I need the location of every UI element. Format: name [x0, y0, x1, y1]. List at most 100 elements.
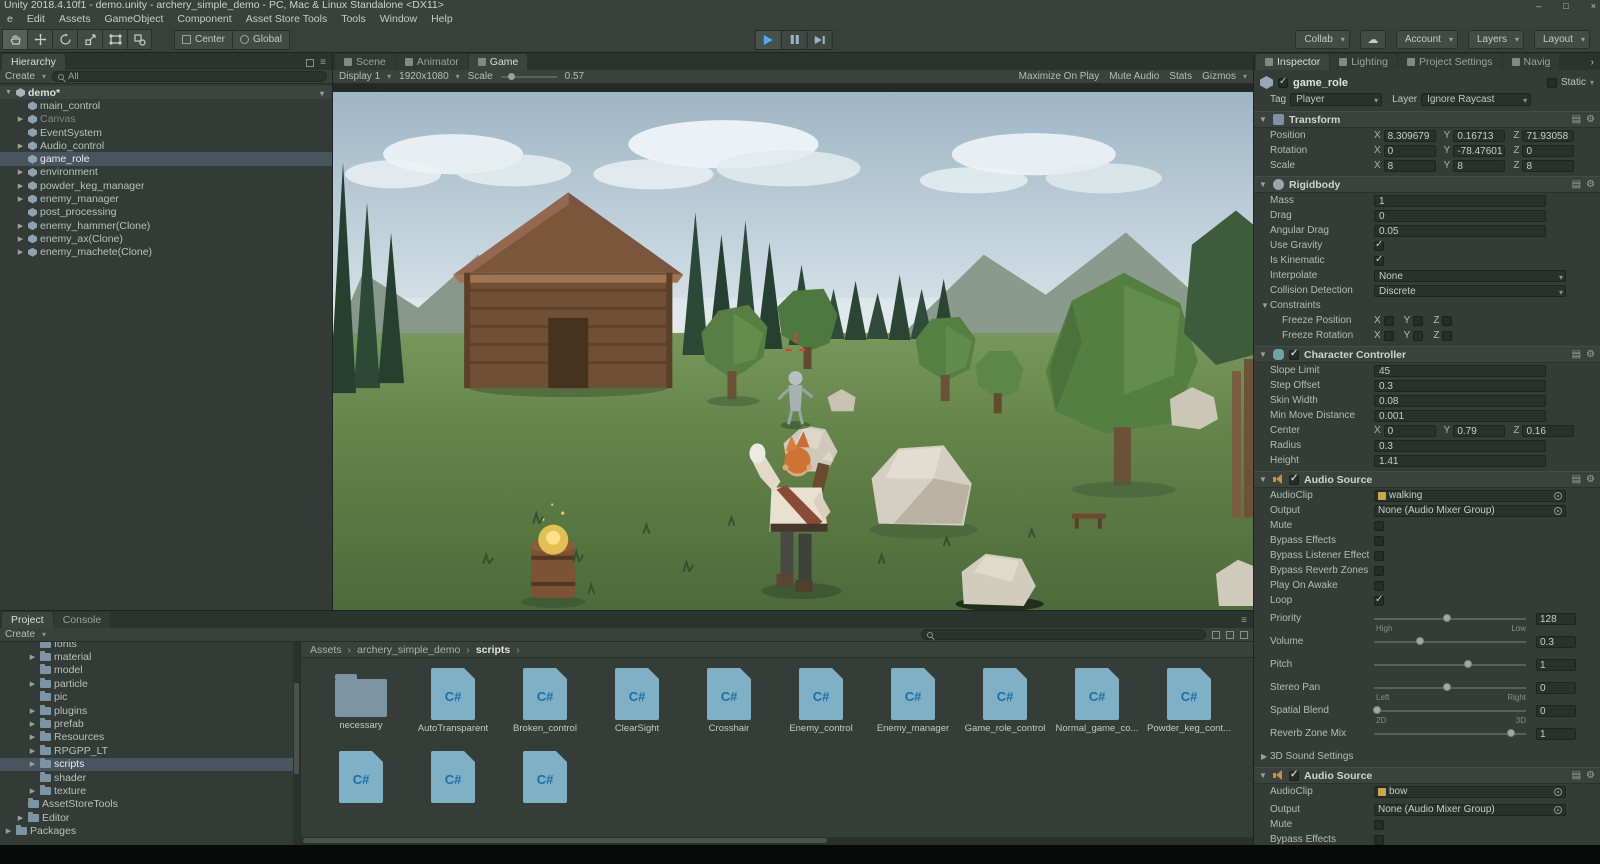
project-file[interactable]: C#ClearSight [593, 663, 681, 734]
layers-dropdown[interactable]: Layers [1468, 30, 1524, 49]
height-field[interactable]: 1.41 [1374, 455, 1546, 467]
skin-width-field[interactable]: 0.08 [1374, 395, 1546, 407]
stereo-pan-value[interactable]: 0 [1536, 682, 1576, 694]
audioclip-field[interactable]: bow [1374, 786, 1566, 798]
gizmos-dropdown[interactable]: Gizmos [1202, 71, 1247, 82]
reference-icon[interactable] [1572, 770, 1581, 781]
maximize-button[interactable] [1563, 1, 1568, 11]
pivot-global-button[interactable]: Global [232, 30, 290, 50]
priority-value[interactable]: 128 [1536, 613, 1576, 625]
close-button[interactable] [1591, 1, 1596, 11]
reference-icon[interactable] [1572, 349, 1581, 360]
project-file[interactable]: C#Crosshair [685, 663, 773, 734]
audio-source-header[interactable]: Audio Source [1254, 471, 1600, 488]
menu-item-tools[interactable]: Tools [334, 13, 373, 25]
menu-item-help[interactable]: Help [424, 13, 460, 25]
files-horizontal-scrollbar[interactable] [301, 837, 1253, 845]
expand-icon[interactable] [28, 707, 37, 715]
gameobject-name[interactable]: game_role [1293, 77, 1348, 89]
hierarchy-item[interactable]: powder_keg_manager [0, 179, 332, 192]
hierarchy-item[interactable]: Audio_control [0, 139, 332, 152]
slider-knob[interactable] [1443, 614, 1451, 622]
slider-knob[interactable] [1464, 660, 1472, 668]
active-checkbox[interactable] [1278, 78, 1288, 88]
tab-inspector[interactable]: Inspector [1256, 54, 1329, 70]
collision-detection-dropdown[interactable]: Discrete [1374, 285, 1566, 297]
folder-item[interactable]: AssetStoreTools [0, 798, 300, 811]
hierarchy-item[interactable]: enemy_manager [0, 192, 332, 205]
folder-item[interactable]: fonts [0, 642, 300, 650]
slider-knob[interactable] [1416, 637, 1424, 645]
expand-icon[interactable] [16, 235, 25, 243]
folder-item[interactable]: prefab [0, 717, 300, 730]
folder-item[interactable]: plugins [0, 704, 300, 717]
rect-tool-button[interactable] [102, 29, 127, 50]
scrollbar-thumb[interactable] [294, 683, 299, 774]
scale-slider-knob[interactable] [508, 73, 515, 80]
lock-icon[interactable] [306, 59, 314, 67]
folder-item[interactable]: Editor [0, 811, 300, 824]
center-x-field[interactable]: 0 [1384, 425, 1436, 437]
project-file[interactable]: C#AutoTransparent [409, 663, 497, 734]
account-dropdown[interactable]: Account [1396, 30, 1458, 49]
expand-icon[interactable] [16, 142, 25, 150]
layout-dropdown[interactable]: Layout [1534, 30, 1590, 49]
expand-icon[interactable] [16, 222, 25, 230]
move-tool-button[interactable] [27, 29, 52, 50]
panel-menu-icon[interactable] [1241, 615, 1247, 626]
stats-button[interactable]: Stats [1169, 71, 1192, 82]
menu-item-component[interactable]: Component [170, 13, 238, 25]
hierarchy-item[interactable]: enemy_hammer(Clone) [0, 219, 332, 232]
folder-item[interactable]: model [0, 664, 300, 677]
hierarchy-search-input[interactable]: All [52, 71, 327, 82]
output-field[interactable]: None (Audio Mixer Group) [1374, 804, 1566, 816]
collab-dropdown[interactable]: Collab [1295, 30, 1349, 49]
fold-icon[interactable] [1259, 350, 1268, 359]
expand-icon[interactable] [4, 89, 13, 96]
tab-overflow-icon[interactable] [1591, 57, 1594, 68]
static-checkbox[interactable] [1547, 78, 1557, 88]
expand-icon[interactable] [28, 787, 37, 795]
scale-y-field[interactable]: 8 [1453, 160, 1505, 172]
fold-icon[interactable] [1261, 301, 1270, 310]
pivot-center-button[interactable]: Center [174, 30, 232, 50]
fold-icon[interactable] [1259, 771, 1268, 780]
freeze-rotation-x-checkbox[interactable] [1384, 331, 1394, 341]
priority-slider[interactable] [1374, 618, 1526, 620]
tab-scene[interactable]: Scene [335, 54, 395, 70]
rotation-z-field[interactable]: 0 [1522, 145, 1574, 157]
reference-icon[interactable] [1572, 179, 1581, 190]
slope-limit-field[interactable]: 45 [1374, 365, 1546, 377]
hierarchy-item[interactable]: post_processing [0, 206, 332, 219]
expand-icon[interactable] [16, 168, 25, 176]
scale-x-field[interactable]: 8 [1384, 160, 1436, 172]
menu-item-gameobject[interactable]: GameObject [97, 13, 170, 25]
rotation-x-field[interactable]: 0 [1384, 145, 1436, 157]
menu-item-assets[interactable]: Assets [52, 13, 98, 25]
loop-checkbox[interactable] [1374, 596, 1384, 606]
tab-navigation[interactable]: Navig [1503, 54, 1560, 70]
folder-item[interactable]: Resources [0, 731, 300, 744]
project-search-input[interactable] [921, 629, 1206, 640]
rigidbody-header[interactable]: Rigidbody [1254, 176, 1600, 193]
freeze-rotation-y-checkbox[interactable] [1413, 331, 1423, 341]
hierarchy-create-button[interactable]: Create [5, 71, 46, 82]
menu-item-window[interactable]: Window [373, 13, 424, 25]
tab-project[interactable]: Project [2, 612, 53, 628]
hierarchy-item-selected[interactable]: game_role [0, 152, 332, 165]
is-kinematic-checkbox[interactable] [1374, 256, 1384, 266]
hierarchy-item[interactable]: environment [0, 166, 332, 179]
fold-icon[interactable] [1259, 115, 1268, 124]
hierarchy-item[interactable]: Canvas [0, 113, 332, 126]
project-file[interactable]: C#Normal_game_co... [1053, 663, 1141, 734]
constraints-row[interactable]: Constraints [1254, 298, 1600, 313]
project-file[interactable]: C#Game_role_control [961, 663, 1049, 734]
gear-icon[interactable] [1586, 349, 1595, 360]
object-picker-icon[interactable] [1554, 788, 1562, 796]
scale-tool-button[interactable] [77, 29, 102, 50]
bypass-listener-checkbox[interactable] [1374, 551, 1384, 561]
folder-item[interactable]: texture [0, 784, 300, 797]
position-z-field[interactable]: 71.93058 [1522, 130, 1574, 142]
expand-icon[interactable] [16, 195, 25, 203]
angular-drag-field[interactable]: 0.05 [1374, 225, 1546, 237]
